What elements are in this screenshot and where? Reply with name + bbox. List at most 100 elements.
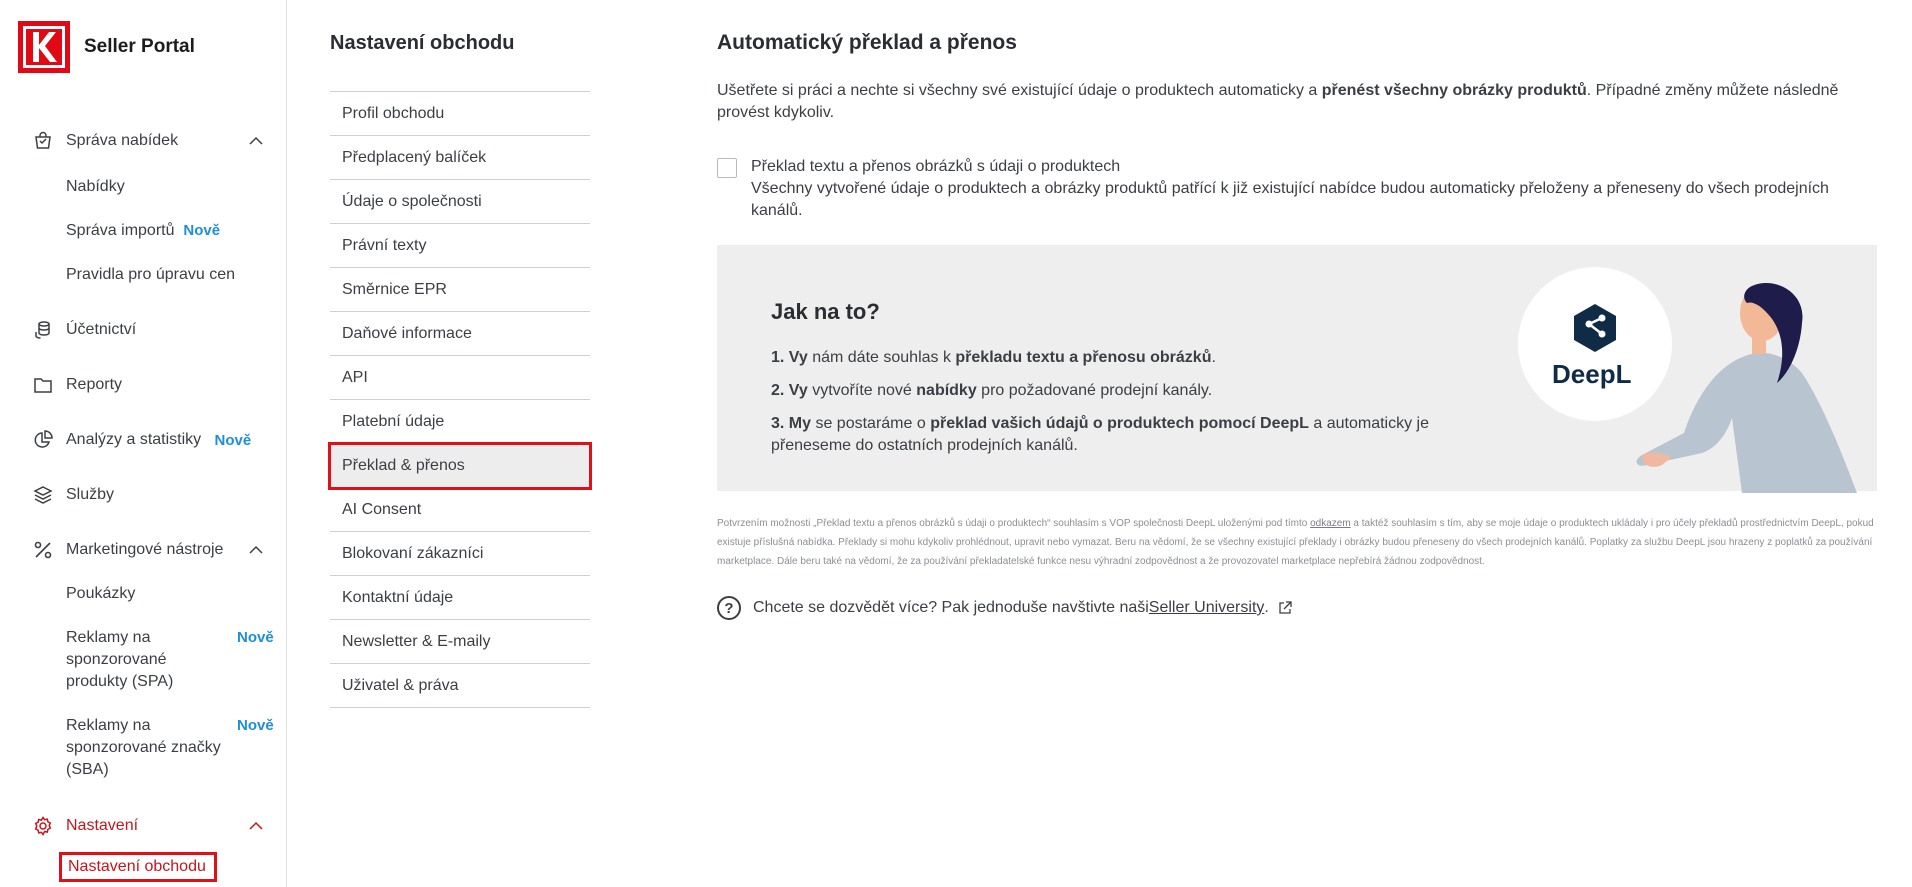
brand-name: Seller Portal: [84, 36, 195, 57]
external-link-icon[interactable]: [1278, 601, 1292, 615]
translation-option: Překlad textu a přenos obrázků s údaji o…: [717, 156, 1877, 222]
sidebar-item-label: Pravidla pro úpravu cen: [66, 266, 235, 283]
howto-step: 2. Vy vytvoříte nové nabídky pro požadov…: [771, 380, 1471, 402]
gear-icon: [32, 815, 54, 837]
learn-more-text: .: [1264, 599, 1269, 616]
sidebar-item-label: Reklamy na: [66, 629, 151, 646]
sidebar-item-label: Služby: [66, 486, 115, 503]
sidebar-item-label: (SBA): [66, 761, 109, 778]
howto-title: Jak na to?: [771, 299, 880, 324]
howto-step: 3. My se postaráme o překlad vašich údaj…: [771, 413, 1471, 457]
sidebar-item-label: produkty (SPA): [66, 673, 174, 690]
step-text: pro požadované prodejní kanály.: [976, 382, 1213, 399]
sidebar-item-label: Marketingové nástroje: [66, 541, 224, 558]
sidebar-item-sba[interactable]: Reklamy na sponzorované značky (SBA) Nov…: [66, 715, 274, 781]
question-circle-icon: ?: [717, 596, 741, 620]
sidebar-item-label: Reklamy na: [66, 717, 151, 734]
sidebar-item-label: Reporty: [66, 376, 123, 393]
step-bold: nabídky: [916, 382, 977, 399]
sidebar-item-nastaveni-obchodu[interactable]: Nastavení obchodu: [59, 852, 217, 882]
coins-icon: [32, 319, 54, 341]
checkbox-label[interactable]: Překlad textu a přenos obrázků s údaji o…: [751, 156, 1851, 178]
settings-item[interactable]: Uživatel & práva: [330, 664, 590, 708]
sidebar-item-label: Analýzy a statistiky: [66, 431, 202, 448]
step-actor: 3. My: [771, 415, 812, 432]
intro-text: Ušetřete si práci a nechte si všechny sv…: [717, 80, 1867, 124]
sidebar-item-ucetnictvi[interactable]: Účetnictví: [32, 319, 136, 341]
sidebar-item-nabidky[interactable]: Nabídky: [66, 176, 125, 198]
intro-part: Ušetřete si práci a nechte si všechny sv…: [717, 82, 1322, 99]
step-text: nám dáte souhlas k: [807, 349, 956, 366]
layers-icon: [32, 484, 54, 506]
step-bold: překlad vašich údajů o produktech pomocí…: [930, 415, 1309, 432]
sidebar-item-spa[interactable]: Reklamy na sponzorované produkty (SPA) N…: [66, 627, 274, 693]
sidebar-item-label: Poukázky: [66, 585, 136, 602]
sidebar-item-pravidla-cen[interactable]: Pravidla pro úpravu cen: [66, 264, 235, 286]
howto-steps: 1. Vy nám dáte souhlas k překladu textu …: [771, 347, 1471, 468]
sidebar-item-label: Správa importů: [66, 222, 175, 239]
step-actor: 1. Vy: [771, 349, 808, 366]
sidebar-item-label: sponzorované: [66, 651, 167, 668]
sidebar-item-sprava-nabidek[interactable]: Správa nabídek: [32, 130, 178, 152]
settings-item[interactable]: Překlad & přenos: [328, 442, 592, 490]
sidebar-item-marketing[interactable]: Marketingové nástroje: [32, 539, 223, 561]
step-text: vytvoříte nové: [807, 382, 917, 399]
settings-item[interactable]: Předplacený balíček: [330, 136, 590, 180]
settings-item[interactable]: Daňové informace: [330, 312, 590, 356]
chevron-up-icon[interactable]: [248, 542, 264, 558]
translation-option-text: Překlad textu a přenos obrázků s údaji o…: [751, 156, 1851, 222]
howto-panel: Jak na to? 1. Vy nám dáte souhlas k přek…: [717, 245, 1877, 493]
sidebar-item-analyzy[interactable]: Analýzy a statistiky Nově: [32, 429, 251, 451]
person-illustration-icon: [1636, 283, 1857, 493]
checkbox-description: Všechny vytvořené údaje o produktech a o…: [751, 180, 1829, 219]
settings-item[interactable]: Blokovaní zákazníci: [330, 532, 590, 576]
new-badge: Nově: [237, 717, 274, 734]
new-badge: Nově: [183, 222, 221, 239]
sidebar-item-label: Nastavení: [66, 817, 139, 834]
howto-step: 1. Vy nám dáte souhlas k překladu textu …: [771, 347, 1471, 369]
legal-notice: Potvrzením možnosti „Překlad textu a pře…: [717, 514, 1877, 571]
sidebar-item-label: Správa nabídek: [66, 132, 179, 149]
sidebar-item-sprava-importu[interactable]: Správa importů Nově: [66, 220, 220, 242]
learn-more: ? Chcete se dozvědět více? Pak jednoduše…: [717, 596, 1292, 620]
sidebar-item-sluzby[interactable]: Služby: [32, 484, 114, 506]
sidebar: Seller Portal Správa nabídek Nabídky Spr…: [0, 0, 287, 887]
translation-checkbox[interactable]: [717, 158, 737, 178]
page-title: Automatický překlad a přenos: [717, 31, 1017, 54]
sidebar-item-reporty[interactable]: Reporty: [32, 374, 122, 396]
sidebar-item-label: Nabídky: [66, 178, 125, 195]
settings-item[interactable]: Údaje o společnosti: [330, 180, 590, 224]
settings-item[interactable]: Newsletter & E-maily: [330, 620, 590, 664]
settings-item[interactable]: Směrnice EPR: [330, 268, 590, 312]
settings-item[interactable]: Kontaktní údaje: [330, 576, 590, 620]
folder-icon: [32, 374, 54, 396]
sidebar-item-label: Účetnictví: [66, 321, 137, 338]
learn-more-text: Chcete se dozvědět více? Pak jednoduše n…: [753, 599, 1149, 616]
step-bold: překladu textu a přenosu obrázků: [955, 349, 1212, 366]
settings-item[interactable]: Platební údaje: [330, 400, 590, 444]
sidebar-item-poukazky[interactable]: Poukázky: [66, 583, 135, 605]
terms-link[interactable]: odkazem: [1310, 518, 1351, 529]
settings-list: Profil obchodu Předplacený balíček Údaje o…: [328, 91, 592, 708]
new-badge: Nově: [214, 431, 252, 449]
kaufland-logo-icon: [18, 21, 70, 73]
chevron-up-icon[interactable]: [248, 133, 264, 149]
settings-item[interactable]: API: [330, 356, 590, 400]
intro-bold: přenést všechny obrázky produktů: [1321, 82, 1587, 99]
step-text: .: [1211, 349, 1216, 366]
logo-row[interactable]: Seller Portal: [18, 21, 195, 73]
seller-university-link[interactable]: Seller University: [1149, 599, 1265, 617]
settings-item[interactable]: Profil obchodu: [330, 92, 590, 136]
new-badge: Nově: [237, 629, 274, 646]
settings-menu-title: Nastavení obchodu: [330, 32, 515, 54]
sidebar-item-label: sponzorované značky: [66, 739, 221, 756]
settings-item[interactable]: Právní texty: [330, 224, 590, 268]
shopping-bag-icon: [32, 130, 54, 152]
percent-icon: [32, 539, 54, 561]
chevron-up-icon[interactable]: [248, 818, 264, 834]
sidebar-item-nastaveni[interactable]: Nastavení: [32, 815, 138, 837]
settings-item[interactable]: AI Consent: [330, 488, 590, 532]
step-text: se postaráme o: [811, 415, 931, 432]
pie-chart-icon: [32, 429, 54, 451]
legal-text: Potvrzením možnosti „Překlad textu a pře…: [717, 518, 1311, 529]
